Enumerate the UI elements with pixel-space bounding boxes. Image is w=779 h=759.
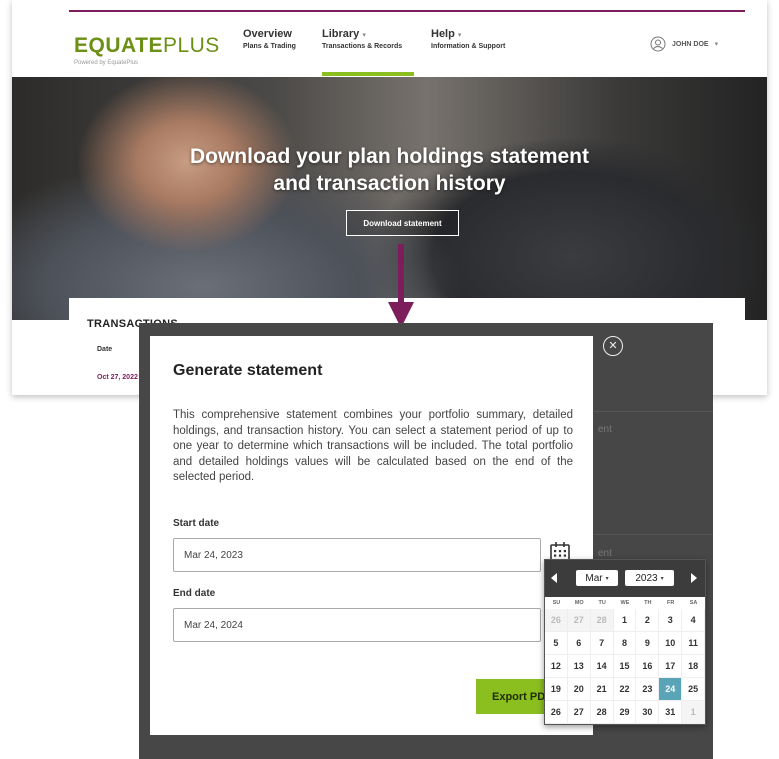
calendar-day-selected[interactable]: 24 (659, 678, 683, 701)
obscured-text: ent (598, 424, 612, 435)
calendar-day[interactable]: 15 (613, 655, 637, 678)
hero-title: Download your plan holdings statement an… (12, 143, 767, 197)
nav-overview-title: Overview (243, 28, 292, 40)
divider (593, 411, 713, 412)
obscured-text: ent (598, 548, 612, 559)
user-name: JOHN DOE (672, 40, 709, 48)
end-date-label: End date (173, 588, 216, 599)
weekday-label: MO (574, 600, 584, 606)
calendar-day[interactable]: 10 (659, 632, 683, 655)
user-menu[interactable]: JOHN DOE ▾ (650, 36, 718, 52)
calendar-day[interactable]: 21 (590, 678, 614, 701)
chevron-down-icon: ▾ (362, 32, 366, 39)
chevron-down-icon: ▾ (457, 32, 462, 39)
calendar-day[interactable]: 20 (567, 678, 591, 701)
calendar-day[interactable]: 16 (636, 655, 660, 678)
chevron-down-icon: ▾ (714, 41, 719, 48)
calendar-day[interactable]: 29 (613, 701, 637, 724)
start-date-input[interactable] (173, 538, 541, 572)
logo-text-main: EQUATE (74, 34, 163, 57)
calendar-day[interactable]: 7 (590, 632, 614, 655)
logo-tagline: Powered by EquatePlus (74, 60, 139, 66)
next-month-icon[interactable] (691, 573, 697, 583)
calendar-day[interactable]: 5 (545, 632, 568, 655)
nav-help-title: Help (431, 28, 455, 40)
calendar-icon[interactable] (549, 541, 571, 561)
month-select[interactable]: Mar ▾ (576, 570, 618, 586)
weekday-label: WE (620, 600, 630, 606)
weekday-label: SU (552, 600, 561, 606)
hero-title-line1: Download your plan holdings statement (189, 145, 590, 168)
calendar-day[interactable]: 13 (567, 655, 591, 678)
calendar-day[interactable]: 14 (590, 655, 614, 678)
calendar-day[interactable]: 28 (590, 701, 614, 724)
month-select-value: Mar (585, 572, 603, 584)
nav-overview-subtitle: Plans & Trading (243, 43, 296, 50)
equateplus-logo[interactable]: EQUATEPLUS (74, 34, 220, 58)
nav-help-subtitle: Information & Support (431, 43, 506, 50)
nav-overview[interactable]: Overview Plans & Trading (243, 28, 296, 50)
nav-library-title: Library (322, 28, 360, 40)
calendar-day[interactable]: 8 (613, 632, 637, 655)
transactions-date-header: Date (97, 346, 113, 353)
transactions-date-cell[interactable]: Oct 27, 2022 (97, 374, 138, 381)
calendar-day[interactable]: 19 (545, 678, 568, 701)
calendar-day[interactable]: 18 (682, 655, 705, 678)
weekday-label: TU (598, 600, 606, 606)
weekday-header: SU MO TU WE TH FR SA (545, 597, 705, 609)
dialog-description: This comprehensive statement combines yo… (173, 409, 573, 483)
chevron-down-icon: ▾ (605, 575, 609, 582)
year-select-value: 2023 (635, 572, 658, 584)
calendar-day[interactable]: 1 (682, 701, 705, 724)
logo-text-plus: PLUS (162, 34, 220, 57)
download-statement-button[interactable]: Download statement (346, 210, 459, 236)
nav-help[interactable]: Help ▾ Information & Support (431, 28, 505, 50)
calendar-day[interactable]: 23 (636, 678, 660, 701)
calendar-day[interactable]: 4 (682, 609, 705, 632)
calendar-day[interactable]: 1 (613, 609, 637, 632)
weekday-label: FR (667, 600, 675, 606)
start-date-label: Start date (173, 518, 220, 529)
prev-month-icon[interactable] (551, 573, 557, 583)
calendar-day-grid: 26 27 28 1 2 3 4 5 6 7 8 9 10 11 12 13 14 15 16 17 18 19 20 21 2… (545, 609, 705, 724)
chevron-down-icon: ▾ (660, 575, 664, 582)
calendar-day[interactable]: 26 (545, 701, 568, 724)
datepicker-popup: Mar ▾ 2023 ▾ SU MO TU WE TH FR SA 26 27 28 1 2 3 4 5 6 7 8… (544, 559, 706, 725)
user-avatar-icon (650, 36, 666, 52)
divider (593, 534, 713, 535)
hero-image (12, 77, 767, 320)
calendar-day[interactable]: 9 (636, 632, 660, 655)
calendar-day[interactable]: 3 (659, 609, 683, 632)
close-icon[interactable]: ✕ (603, 336, 623, 356)
calendar-day[interactable]: 2 (636, 609, 660, 632)
datepicker-header: Mar ▾ 2023 ▾ (545, 560, 705, 597)
calendar-day[interactable]: 12 (545, 655, 568, 678)
calendar-day[interactable]: 28 (590, 609, 614, 632)
weekday-label: TH (644, 600, 652, 606)
calendar-day[interactable]: 11 (682, 632, 705, 655)
nav-active-indicator (322, 72, 414, 76)
calendar-day[interactable]: 26 (545, 609, 568, 632)
nav-library-subtitle: Transactions & Records (322, 43, 403, 50)
hero-title-line2: and transaction history (273, 172, 506, 195)
dialog-title: Generate statement (173, 362, 323, 379)
header-accent-line (69, 10, 745, 12)
calendar-day[interactable]: 31 (659, 701, 683, 724)
calendar-day[interactable]: 30 (636, 701, 660, 724)
weekday-label: SA (689, 600, 698, 606)
calendar-day[interactable]: 27 (567, 609, 591, 632)
calendar-day[interactable]: 25 (682, 678, 705, 701)
down-arrow-shaft (398, 244, 404, 304)
calendar-day[interactable]: 27 (567, 701, 591, 724)
year-select[interactable]: 2023 ▾ (625, 570, 674, 586)
end-date-input[interactable] (173, 608, 541, 642)
generate-statement-dialog: Generate statement This comprehensive st… (150, 336, 593, 735)
calendar-day[interactable]: 6 (567, 632, 591, 655)
nav-library[interactable]: Library ▾ Transactions & Records (322, 28, 402, 50)
calendar-day[interactable]: 17 (659, 655, 683, 678)
calendar-day[interactable]: 22 (613, 678, 637, 701)
